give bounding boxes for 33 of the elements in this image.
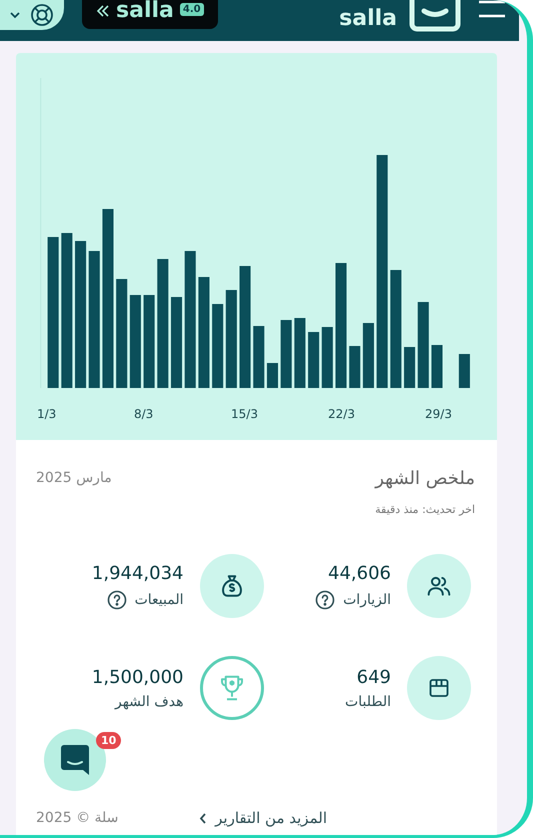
version-badge: 4.0: [180, 3, 204, 16]
metric-label: الطلبات: [345, 694, 391, 710]
logo-text: salla: [339, 6, 397, 31]
lifebuoy-icon[interactable]: [30, 3, 54, 27]
metric-label: هدف الشهر: [114, 694, 184, 710]
metric-label: المبيعات: [134, 592, 184, 608]
chevron-left-icon: [199, 812, 208, 824]
metric-label: الزيارات: [343, 592, 391, 608]
help-icon[interactable]: [315, 590, 336, 610]
metric-value: 44,606: [327, 562, 391, 584]
last-updated-text: اخر تحديث: منذ دقيقة: [375, 503, 475, 516]
version-switch-button[interactable]: salla 4.0: [82, 0, 218, 29]
axis-label: 15/3: [231, 407, 259, 421]
notification-badge: 10: [96, 732, 122, 749]
chat-bubble-icon: [61, 745, 89, 775]
chevron-down-icon[interactable]: [10, 12, 20, 18]
box-icon: [427, 676, 451, 700]
double-chevron-icon: [96, 4, 110, 18]
axis-label: 29/3: [425, 407, 453, 421]
metric-value: 649: [356, 666, 391, 688]
copyright-text: سلة © 2025: [36, 810, 118, 826]
more-reports-link[interactable]: المزيد من التقارير: [199, 809, 327, 827]
menu-icon[interactable]: [479, 0, 505, 20]
help-icon[interactable]: [106, 590, 127, 610]
axis-label: 8/3: [134, 407, 154, 421]
period-text: مارس 2025: [36, 470, 112, 486]
bag-logo-icon: [407, 0, 463, 32]
axis-label: 22/3: [328, 407, 356, 421]
summary-title: ملخص الشهر: [375, 468, 475, 489]
axis-label: 1/3: [37, 407, 58, 421]
metric-value: 1,944,034: [92, 562, 184, 584]
metric-value: 1,500,000: [92, 666, 184, 688]
brand-name: salla: [116, 0, 174, 22]
